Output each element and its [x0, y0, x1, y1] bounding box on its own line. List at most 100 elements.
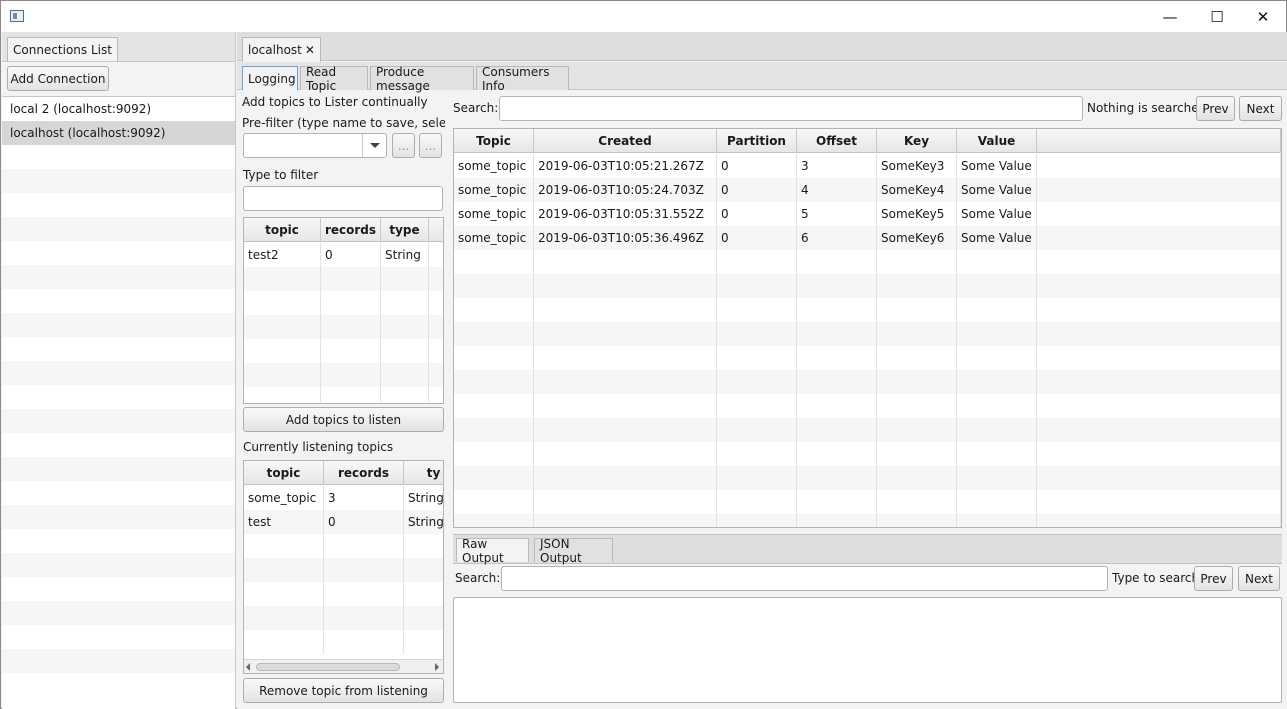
add-connection-button[interactable]: Add Connection [7, 66, 109, 91]
cell-offset: 4 [797, 178, 877, 202]
scroll-left-icon[interactable] [246, 663, 250, 671]
column-header-type[interactable]: type [381, 218, 429, 242]
cell-topic: some_topic [454, 178, 534, 202]
close-icon[interactable]: ✕ [305, 43, 315, 57]
cell-key [877, 514, 957, 527]
empty-list-row [2, 289, 235, 313]
output-search-input[interactable] [501, 566, 1108, 591]
cell-partition [717, 370, 797, 394]
maximize-button[interactable]: ☐ [1194, 1, 1240, 32]
logging-heading: Add topics to Lister continually [242, 95, 428, 109]
cell-value [957, 370, 1037, 394]
add-topics-button[interactable]: Add topics to listen [243, 407, 444, 432]
cell-created [534, 274, 717, 298]
cell-key [877, 394, 957, 418]
cell-key [877, 418, 957, 442]
message-row[interactable]: some_topic 2019-06-03T10:05:31.552Z 0 5 Some… [454, 202, 1281, 226]
output-next-button[interactable]: Next [1238, 566, 1280, 591]
table-header: Topic Created Partition Offset Key Value [454, 129, 1281, 153]
cell-empty [1037, 226, 1281, 250]
tab-logging[interactable]: Logging [242, 66, 298, 90]
cell-partition [717, 490, 797, 514]
cell-created [534, 418, 717, 442]
column-header-topic[interactable]: Topic [454, 129, 534, 153]
app-window: — ☐ ✕ Connections List Add Connection lo… [0, 0, 1287, 709]
connections-list: local 2 (localhost:9092) localhost (local… [2, 96, 235, 709]
type-filter-input[interactable] [243, 186, 443, 211]
empty-list-row [2, 169, 235, 193]
cell-topic [244, 339, 321, 363]
empty-table-row [454, 466, 1281, 490]
empty-list-row [2, 505, 235, 529]
empty-table-row [454, 298, 1281, 322]
close-window-button[interactable]: ✕ [1240, 1, 1286, 32]
cell-key: SomeKey6 [877, 226, 957, 250]
tab-raw-output[interactable]: Raw Output [456, 537, 529, 565]
prefilter-save-button[interactable]: ... [392, 133, 415, 158]
connection-item[interactable]: localhost (localhost:9092) [2, 121, 235, 145]
column-header-partition[interactable]: Partition [717, 129, 797, 153]
column-header-topic[interactable]: topic [244, 218, 321, 242]
prefilter-combo[interactable] [243, 133, 387, 158]
empty-list-row [2, 385, 235, 409]
cell-offset [797, 490, 877, 514]
output-prev-button[interactable]: Prev [1194, 566, 1233, 591]
available-topics-table[interactable]: topic records type test2 0 String [243, 217, 444, 404]
horizontal-scrollbar[interactable] [244, 659, 443, 673]
cell-value [957, 250, 1037, 274]
message-row[interactable]: some_topic 2019-06-03T10:05:24.703Z 0 4 Some… [454, 178, 1281, 202]
scroll-right-icon[interactable] [435, 663, 439, 671]
topic-row[interactable]: test2 0 String [244, 243, 443, 267]
messages-search-status: Nothing is searched [1087, 101, 1207, 115]
cell-value [957, 394, 1037, 418]
cell-topic [454, 250, 534, 274]
chevron-down-icon[interactable] [362, 134, 386, 157]
column-header-records[interactable]: records [324, 461, 404, 485]
cell-partition [717, 346, 797, 370]
connection-item[interactable]: local 2 (localhost:9092) [2, 97, 235, 121]
output-text-area[interactable] [453, 597, 1282, 703]
column-header-offset[interactable]: Offset [797, 129, 877, 153]
cell-key: SomeKey4 [877, 178, 957, 202]
messages-next-button[interactable]: Next [1239, 96, 1282, 121]
cell-offset [797, 370, 877, 394]
tab-read-topic[interactable]: Read Topic [300, 65, 368, 93]
tab-localhost[interactable]: localhost ✕ [242, 37, 321, 62]
column-header-records[interactable]: records [321, 218, 381, 242]
listening-topic-row[interactable]: test 0 String [244, 510, 443, 534]
cell-ty [404, 534, 443, 558]
messages-search-input[interactable] [499, 96, 1083, 121]
listening-topics-table[interactable]: topic records ty some_topic 3 String test 0 Stri… [243, 460, 444, 674]
tab-consumers-info[interactable]: Consumers Info [476, 65, 569, 93]
column-header-value[interactable]: Value [957, 129, 1037, 153]
tab-json-output[interactable]: JSON Output [534, 537, 613, 565]
cell-topic [454, 466, 534, 490]
cell-offset [797, 298, 877, 322]
tab-connections-list[interactable]: Connections List [7, 37, 118, 61]
cell-key [877, 298, 957, 322]
column-header-key[interactable]: Key [877, 129, 957, 153]
cell-type: String [381, 243, 429, 267]
cell-topic: test2 [244, 243, 321, 267]
empty-table-row [454, 394, 1281, 418]
minimize-button[interactable]: — [1147, 1, 1193, 32]
prefilter-delete-button[interactable]: ... [419, 133, 442, 158]
cell-topic [244, 387, 321, 403]
messages-table[interactable]: Topic Created Partition Offset Key Value some_… [453, 128, 1282, 528]
message-row[interactable]: some_topic 2019-06-03T10:05:21.267Z 0 3 Some… [454, 154, 1281, 178]
tab-produce-message[interactable]: Produce message [370, 65, 474, 93]
remove-topic-button[interactable]: Remove topic from listening [243, 678, 444, 703]
cell-partition [717, 298, 797, 322]
listening-topic-row[interactable]: some_topic 3 String [244, 486, 443, 510]
cell-value [957, 490, 1037, 514]
column-header-topic[interactable]: topic [244, 461, 324, 485]
message-row[interactable]: some_topic 2019-06-03T10:05:36.496Z 0 6 Some… [454, 226, 1281, 250]
scrollbar-thumb[interactable] [256, 663, 400, 671]
empty-list-row [2, 481, 235, 505]
column-header-ty[interactable]: ty [404, 461, 443, 485]
tab-localhost-label: localhost [248, 43, 302, 57]
messages-prev-button[interactable]: Prev [1196, 96, 1235, 121]
cell-type [381, 315, 429, 339]
column-header-created[interactable]: Created [534, 129, 717, 153]
cell-records [321, 363, 381, 387]
